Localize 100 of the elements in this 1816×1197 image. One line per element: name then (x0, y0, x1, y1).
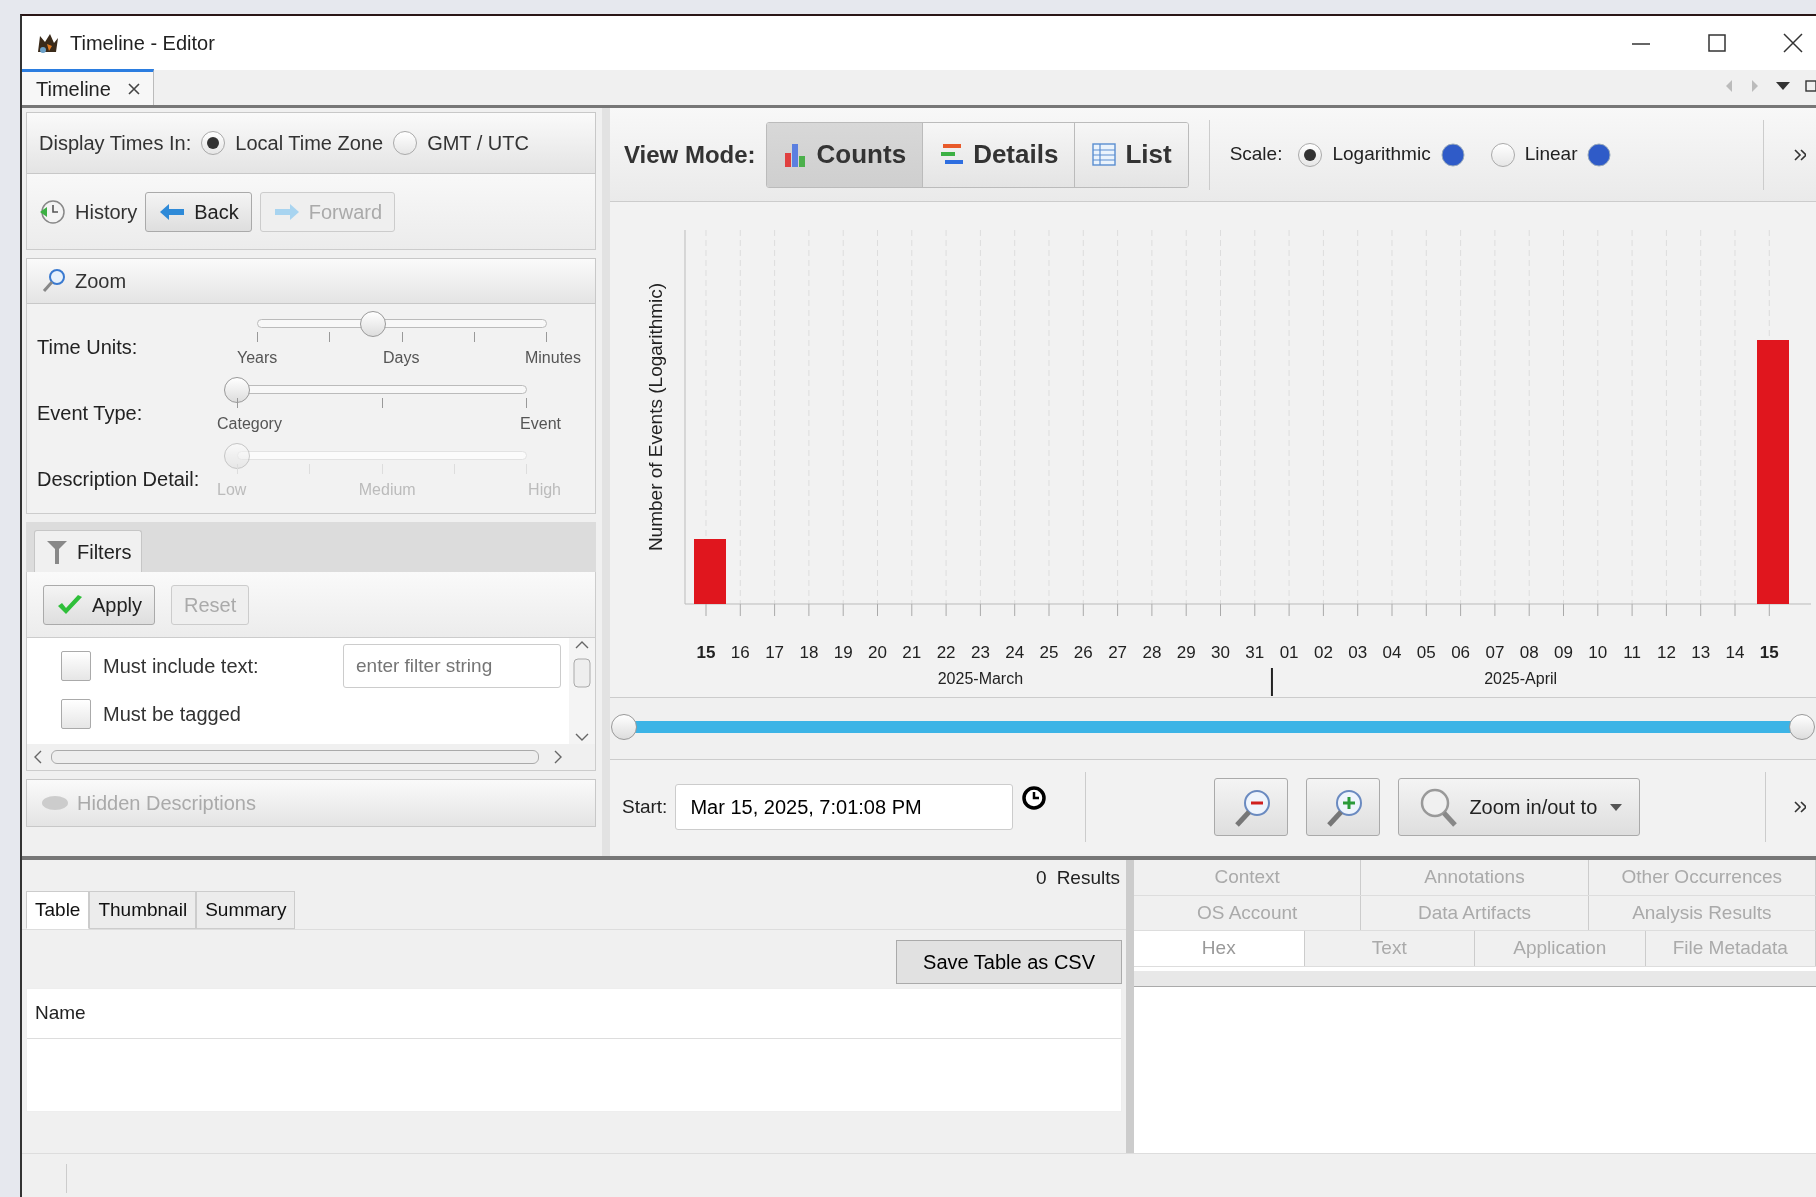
axis-tick-label: 09 (1554, 643, 1573, 662)
axis-tick-label: 05 (1416, 643, 1436, 662)
axis-tick-label: 23 (970, 643, 990, 662)
scroll-up-icon[interactable] (574, 640, 590, 650)
axis-tick-label: 27 (1108, 643, 1128, 662)
axis-tick-label: 20 (868, 643, 887, 662)
slider-label: Description Detail: (37, 468, 200, 490)
range-start-thumb[interactable] (611, 714, 637, 740)
axis-tick-label: 07 (1485, 643, 1505, 662)
range-end-thumb[interactable] (1789, 714, 1815, 740)
axis-tick-label: 06 (1451, 643, 1471, 662)
axis-tick-label: 08 (1519, 643, 1539, 662)
vertical-scrollbar[interactable] (569, 638, 595, 744)
axis-tick-label: 15 (1759, 643, 1779, 662)
axis-tick-label: 14 (1725, 643, 1745, 662)
close-icon[interactable] (126, 81, 141, 96)
right-arrow-icon (272, 201, 301, 222)
view-mode-label: View Mode: (624, 139, 756, 170)
radio-label: Logarithmic (1332, 142, 1431, 167)
y-axis-title: Number of Events (Logarithmic) (645, 282, 666, 552)
magnifier-icon (41, 268, 67, 294)
zoom-out-button[interactable] (1214, 778, 1289, 836)
zoom-in-button[interactable] (1306, 778, 1381, 836)
filters-tab[interactable]: Filters (34, 530, 143, 572)
start-date-field[interactable]: Mar 15, 2025, 7:01:08 PM (675, 784, 1014, 830)
window-title: Timeline - Editor (70, 31, 215, 56)
axis-tick-label: 03 (1348, 643, 1368, 662)
month-label: 2025-April (1484, 670, 1558, 687)
radio-button[interactable] (1490, 142, 1515, 167)
axis-tick-label: 01 (1279, 643, 1299, 662)
axis-tick-label: 13 (1691, 643, 1711, 662)
radio-label: GMT / UTC (427, 131, 529, 156)
slider-label: Event Type: (37, 402, 143, 424)
help-icon[interactable] (1440, 142, 1465, 167)
scroll-down-icon[interactable] (574, 732, 590, 742)
results-tab[interactable]: Table (26, 890, 90, 929)
maximize-icon[interactable] (1706, 32, 1728, 54)
checkbox-label: Must include text: (103, 654, 259, 679)
overflow-chevron-icon[interactable] (1794, 800, 1806, 814)
results-label: Results (1056, 866, 1120, 890)
scale-label: Scale: (1229, 142, 1283, 167)
results-tab[interactable]: Thumbnail (89, 890, 197, 929)
axis-tick-label: 30 (1211, 643, 1230, 662)
filter-text-field[interactable]: enter filter string (343, 644, 561, 688)
tick-label: Minutes (524, 348, 581, 368)
close-icon[interactable] (1782, 32, 1804, 54)
axis-tick-label: 12 (1656, 643, 1676, 662)
axis-tick-label: 18 (799, 643, 819, 662)
view-mode-button[interactable]: Counts (766, 122, 924, 187)
view-mode-button[interactable]: List (1075, 122, 1188, 187)
checkbox[interactable] (61, 651, 91, 681)
axis-tick-label: 16 (730, 643, 750, 662)
axis-tick-label: 24 (1005, 643, 1025, 662)
clock-icon[interactable] (1021, 785, 1048, 811)
axis-tick-label: 28 (1142, 643, 1162, 662)
back-button[interactable]: Back (145, 191, 252, 232)
caret-icon (1609, 802, 1624, 812)
checkbox-label: Must be tagged (103, 702, 241, 727)
display-times-label: Display Times In: (39, 131, 192, 156)
results-tab[interactable]: Summary (196, 890, 296, 929)
history-label: History (75, 199, 138, 225)
result-count: 0 (1036, 866, 1047, 890)
axis-tick-label: 22 (936, 643, 956, 662)
help-icon[interactable] (1587, 142, 1612, 167)
radio-label: Linear (1524, 142, 1578, 167)
axis-tick-label: 31 (1245, 643, 1265, 662)
radio-button[interactable] (1298, 142, 1323, 167)
checkmark-icon (56, 593, 84, 616)
axis-tick-label: 25 (1039, 643, 1059, 662)
radio-button[interactable] (393, 131, 418, 155)
radio-button[interactable] (201, 131, 226, 155)
overflow-chevron-icon[interactable] (1794, 147, 1806, 162)
slider-thumb[interactable] (360, 311, 386, 337)
axis-tick-label: 19 (833, 643, 853, 662)
axis-tick-label: 17 (765, 643, 785, 662)
left-arrow-icon (158, 201, 187, 222)
zoom-to-dropdown[interactable]: Zoom in/out to (1398, 778, 1641, 836)
checkbox[interactable] (61, 699, 91, 729)
apply-button[interactable]: Apply (43, 584, 156, 625)
scroll-left-icon[interactable] (33, 749, 43, 765)
axis-tick-label: 26 (1073, 643, 1093, 662)
axis-tick-label: 02 (1313, 643, 1333, 662)
table-icon (1091, 140, 1118, 169)
tick-label: Days (382, 348, 420, 368)
maximize-icon[interactable] (1805, 79, 1816, 93)
zoom-header: Zoom (75, 269, 127, 294)
axis-tick-label: 10 (1588, 643, 1608, 662)
scroll-right-icon[interactable] (553, 749, 563, 765)
slider-thumb[interactable] (224, 377, 250, 403)
save-csv-button[interactable]: Save Table as CSV (896, 940, 1122, 984)
document-tab[interactable]: Timeline (22, 69, 154, 105)
axis-tick-label: 15 (696, 643, 716, 662)
radio-label: Local Time Zone (235, 131, 384, 156)
history-clock-icon (39, 197, 67, 226)
start-label: Start: (622, 794, 668, 819)
month-label: 2025-March (937, 670, 1024, 687)
scroll-thumb[interactable] (573, 658, 591, 688)
axis-tick-label: 04 (1382, 643, 1402, 662)
range-slider[interactable] (610, 712, 1816, 742)
view-mode-button[interactable]: Details (923, 122, 1076, 187)
